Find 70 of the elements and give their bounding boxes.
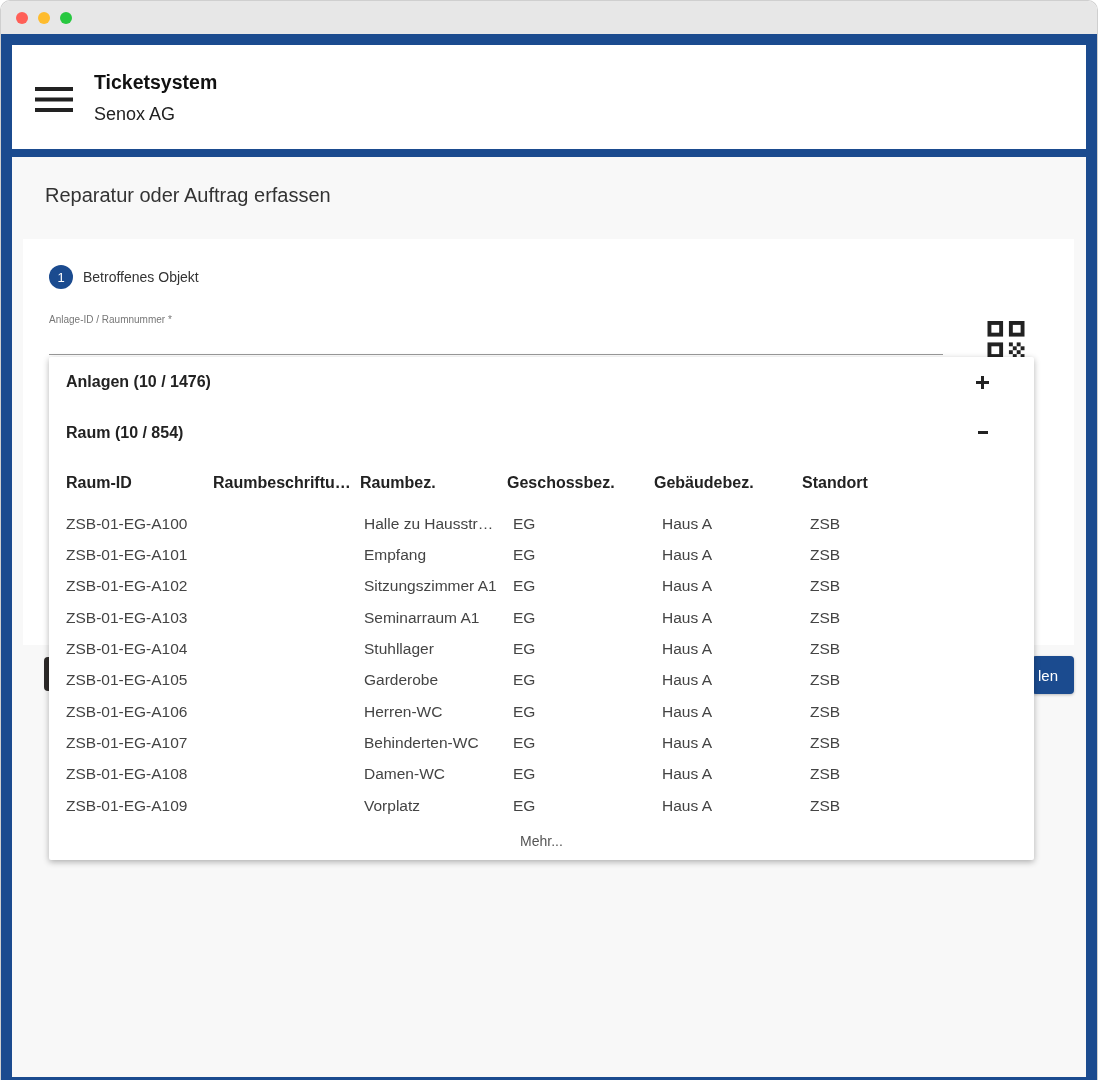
table-cell: Sitzungszimmer A1	[364, 577, 497, 596]
table-cell: EG	[513, 702, 536, 721]
table-cell: ZSB	[810, 702, 841, 721]
column-header: Raum-ID	[66, 474, 132, 492]
table-cell: Haus A	[662, 765, 712, 784]
table-cell: Stuhllager	[364, 639, 434, 658]
table-cell: ZSB	[810, 577, 841, 596]
step-label: Betroffenes Objekt	[83, 269, 199, 285]
table-cell: Haus A	[662, 733, 712, 752]
table-cell: ZSB	[810, 796, 841, 815]
column-header: Raumbez.	[360, 474, 436, 492]
table-cell: Herren-WC	[364, 702, 443, 721]
input-field[interactable]: Anlage-ID / Raumnummer *	[49, 314, 943, 355]
table-cell: EG	[513, 514, 536, 533]
table-cell: ZSB-01-EG-A101	[66, 546, 188, 564]
table-cell: EG	[513, 546, 536, 564]
group-title: Raum (10 / 854)	[66, 423, 184, 442]
table-cell: Behinderten-WC	[364, 733, 479, 752]
table-cell: ZSB-01-EG-A100	[66, 514, 188, 533]
step-number: 1	[49, 265, 73, 289]
table-cell: EG	[513, 639, 536, 658]
menu-button[interactable]	[35, 87, 73, 112]
table-cell: Halle zu Hausstr…	[364, 514, 494, 533]
table-cell: Haus A	[662, 546, 712, 564]
table-cell: ZSB-01-EG-A105	[66, 671, 188, 690]
menu-icon	[35, 87, 73, 112]
column-header: Standort	[802, 474, 868, 492]
column-header: Geschossbez.	[507, 474, 615, 492]
table-cell: ZSB-01-EG-A103	[66, 608, 188, 627]
column-header: Raumbeschriftu…	[213, 474, 351, 492]
table-cell: EG	[513, 608, 536, 627]
table-cell: Haus A	[662, 639, 712, 658]
column-header: Gebäudebez.	[654, 474, 754, 492]
app-title: Ticketsystem	[94, 69, 218, 94]
table-cell: ZSB-01-EG-A104	[66, 639, 188, 658]
primary-button[interactable]: len	[1031, 656, 1074, 694]
table-cell: Haus A	[662, 608, 712, 627]
table-cell: ZSB-01-EG-A102	[66, 577, 188, 596]
table-cell: EG	[513, 577, 536, 596]
table-cell: Vorplatz	[364, 796, 420, 815]
group-title: Anlagen (10 / 1476)	[66, 373, 211, 391]
table-cell: EG	[513, 733, 536, 752]
page-title: Reparatur oder Auftrag erfassen	[45, 183, 331, 207]
table-cell: ZSB	[810, 671, 841, 690]
table-cell: EG	[513, 765, 536, 784]
table-cell: ZSB-01-EG-A108	[66, 765, 188, 784]
table-cell: ZSB	[810, 639, 841, 658]
table-cell: ZSB-01-EG-A109	[66, 796, 188, 815]
table-cell: Haus A	[662, 577, 712, 596]
qr-code-icon[interactable]	[987, 321, 1025, 358]
table-cell: ZSB	[810, 514, 841, 533]
table-cell: Damen-WC	[364, 765, 445, 784]
table-cell: Empfang	[364, 546, 427, 564]
table-cell: Haus A	[662, 671, 712, 690]
table-cell: Haus A	[662, 796, 712, 815]
table-cell: EG	[513, 671, 536, 690]
table-cell: ZSB	[810, 733, 841, 752]
table-cell: Haus A	[662, 514, 712, 533]
table-cell: EG	[513, 796, 536, 815]
table-cell: ZSB-01-EG-A106	[66, 702, 188, 721]
table-cell: Garderobe	[364, 671, 439, 690]
more-link[interactable]: Mehr...	[520, 832, 563, 851]
table-cell: Haus A	[662, 702, 712, 721]
table-cell: ZSB-01-EG-A107	[66, 733, 188, 752]
company-name: Senox AG	[94, 102, 176, 125]
table-cell: Seminarraum A1	[364, 608, 480, 627]
table-cell: ZSB	[810, 765, 841, 784]
table-cell: ZSB	[810, 608, 841, 627]
plus-icon[interactable]	[976, 375, 989, 389]
table-cell: ZSB	[810, 546, 841, 564]
